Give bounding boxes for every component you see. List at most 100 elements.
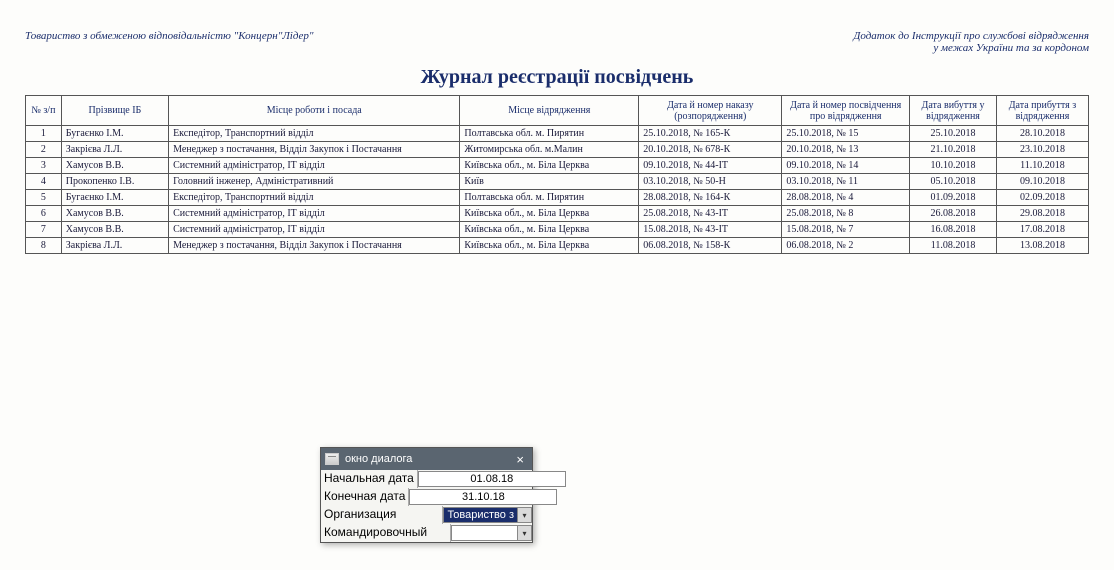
col-header-order: Дата й номер наказу (розпорядження): [639, 96, 782, 126]
cell-num: 8: [26, 238, 62, 254]
cell-arr: 17.08.2018: [996, 222, 1088, 238]
cell-order: 28.08.2018, № 164-К: [639, 190, 782, 206]
person-select[interactable]: ▾: [451, 525, 532, 541]
dialog-title: окно диалога: [345, 453, 512, 465]
col-header-work: Місце роботи і посада: [169, 96, 460, 126]
cell-name: Закрієва Л.Л.: [61, 238, 168, 254]
table-row: 4Прокопенко І.В.Головний інженер, Адміні…: [26, 174, 1089, 190]
col-header-cert: Дата й номер посвідчення про відрядження: [782, 96, 910, 126]
form-icon: [325, 453, 339, 465]
start-date-input[interactable]: [418, 471, 566, 487]
cell-place: Київська обл., м. Біла Церква: [460, 238, 639, 254]
cell-order: 25.08.2018, № 43-ІТ: [639, 206, 782, 222]
cell-num: 4: [26, 174, 62, 190]
table-row: 5Бугаєнко І.М.Експедітор, Транспортний в…: [26, 190, 1089, 206]
cell-dep: 16.08.2018: [910, 222, 997, 238]
cell-arr: 29.08.2018: [996, 206, 1088, 222]
person-select-value: [452, 526, 517, 540]
cell-num: 1: [26, 126, 62, 142]
cell-order: 06.08.2018, № 158-К: [639, 238, 782, 254]
cell-cert: 25.10.2018, № 15: [782, 126, 910, 142]
chevron-down-icon[interactable]: ▾: [517, 526, 531, 540]
table-row: 7Хамусов В.В.Системний адміністратор, ІТ…: [26, 222, 1089, 238]
cell-work: Менеджер з постачання, Відділ Закупок і …: [169, 238, 460, 254]
label-start-date: Начальная дата: [321, 470, 418, 488]
cell-cert: 20.10.2018, № 13: [782, 142, 910, 158]
cell-order: 09.10.2018, № 44-ІТ: [639, 158, 782, 174]
table-row: 8Закрієва Л.Л.Менеджер з постачання, Від…: [26, 238, 1089, 254]
cell-name: Бугаєнко І.М.: [61, 190, 168, 206]
cell-arr: 02.09.2018: [996, 190, 1088, 206]
cell-name: Бугаєнко І.М.: [61, 126, 168, 142]
cell-arr: 13.08.2018: [996, 238, 1088, 254]
cell-num: 5: [26, 190, 62, 206]
cell-cert: 28.08.2018, № 4: [782, 190, 910, 206]
cell-dep: 21.10.2018: [910, 142, 997, 158]
cell-num: 7: [26, 222, 62, 238]
table-row: 2Закрієва Л.Л.Менеджер з постачання, Від…: [26, 142, 1089, 158]
cell-name: Хамусов В.В.: [61, 206, 168, 222]
table-row: 1Бугаєнко І.М.Експедітор, Транспортний в…: [26, 126, 1089, 142]
cell-name: Хамусов В.В.: [61, 222, 168, 238]
cell-dep: 25.10.2018: [910, 126, 997, 142]
col-header-arrival: Дата прибуття з відрядження: [996, 96, 1088, 126]
cell-place: Полтавська обл. м. Пирятин: [460, 190, 639, 206]
cell-arr: 28.10.2018: [996, 126, 1088, 142]
header-right-line2: у межах України та за кордоном: [853, 42, 1089, 54]
cell-work: Експедітор, Транспортний відділ: [169, 190, 460, 206]
label-person: Командировочный: [321, 524, 451, 542]
table-row: 3Хамусов В.В.Системний адміністратор, ІТ…: [26, 158, 1089, 174]
cell-work: Головний інженер, Адміністративний: [169, 174, 460, 190]
col-header-name: Прізвище ІБ: [61, 96, 168, 126]
org-select-value: Товариство з: [444, 508, 517, 522]
org-select[interactable]: Товариство з ▾: [443, 507, 532, 523]
close-icon[interactable]: ×: [512, 453, 528, 466]
col-header-num: № з/п: [26, 96, 62, 126]
col-header-place: Місце відрядження: [460, 96, 639, 126]
cell-cert: 25.08.2018, № 8: [782, 206, 910, 222]
label-end-date: Конечная дата: [321, 488, 409, 506]
cell-place: Житомирська обл. м.Малин: [460, 142, 639, 158]
cell-arr: 09.10.2018: [996, 174, 1088, 190]
cell-order: 15.08.2018, № 43-ІТ: [639, 222, 782, 238]
cell-arr: 23.10.2018: [996, 142, 1088, 158]
filter-dialog: окно диалога × Начальная дата Конечная д…: [320, 447, 533, 543]
page-title: Журнал реєстрації посвідчень: [25, 66, 1089, 89]
cell-arr: 11.10.2018: [996, 158, 1088, 174]
cell-place: Київська обл., м. Біла Церква: [460, 206, 639, 222]
cell-order: 20.10.2018, № 678-К: [639, 142, 782, 158]
cell-dep: 01.09.2018: [910, 190, 997, 206]
cell-order: 25.10.2018, № 165-К: [639, 126, 782, 142]
end-date-input[interactable]: [409, 489, 557, 505]
header-right-line1: Додаток до Інструкції про службові відря…: [853, 30, 1089, 42]
cell-cert: 03.10.2018, № 11: [782, 174, 910, 190]
cell-dep: 10.10.2018: [910, 158, 997, 174]
cell-num: 6: [26, 206, 62, 222]
label-org: Организация: [321, 506, 443, 524]
cell-dep: 11.08.2018: [910, 238, 997, 254]
cell-num: 3: [26, 158, 62, 174]
cell-work: Експедітор, Транспортний відділ: [169, 126, 460, 142]
cell-cert: 15.08.2018, № 7: [782, 222, 910, 238]
cell-cert: 09.10.2018, № 14: [782, 158, 910, 174]
chevron-down-icon[interactable]: ▾: [517, 508, 531, 522]
cell-place: Київська обл., м. Біла Церква: [460, 158, 639, 174]
dialog-titlebar[interactable]: окно диалога ×: [321, 448, 532, 470]
cell-place: Київська обл., м. Біла Церква: [460, 222, 639, 238]
header-org: Товариство з обмеженою відповідальністю …: [25, 30, 314, 54]
cell-work: Системний адміністратор, ІТ відділ: [169, 206, 460, 222]
cell-name: Хамусов В.В.: [61, 158, 168, 174]
cell-work: Системний адміністратор, ІТ відділ: [169, 158, 460, 174]
cell-work: Системний адміністратор, ІТ відділ: [169, 222, 460, 238]
cell-name: Закрієва Л.Л.: [61, 142, 168, 158]
cell-cert: 06.08.2018, № 2: [782, 238, 910, 254]
cell-work: Менеджер з постачання, Відділ Закупок і …: [169, 142, 460, 158]
cell-num: 2: [26, 142, 62, 158]
cell-dep: 26.08.2018: [910, 206, 997, 222]
cell-place: Київ: [460, 174, 639, 190]
table-row: 6Хамусов В.В.Системний адміністратор, ІТ…: [26, 206, 1089, 222]
registration-table: № з/п Прізвище ІБ Місце роботи і посада …: [25, 95, 1089, 254]
col-header-departure: Дата вибуття у відрядження: [910, 96, 997, 126]
cell-order: 03.10.2018, № 50-Н: [639, 174, 782, 190]
cell-name: Прокопенко І.В.: [61, 174, 168, 190]
